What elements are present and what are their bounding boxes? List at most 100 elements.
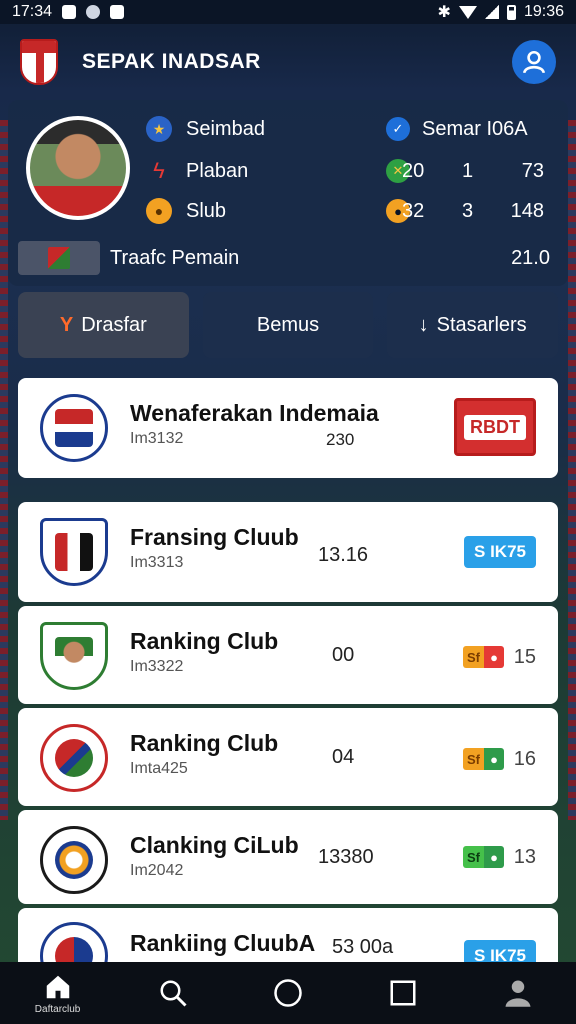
flag-icon <box>48 247 70 269</box>
app-logo <box>20 39 58 85</box>
stat-value: 73 <box>521 159 544 182</box>
badge-text: Sf <box>463 646 484 668</box>
club-name: Ranking Club <box>130 628 279 654</box>
club-name: Clanking CiLub <box>130 832 299 858</box>
tab-label: Stasarlers <box>436 313 527 336</box>
bottom-navigation: Daftarclub <box>0 962 576 1024</box>
app-title: SEPAK INADSAR <box>82 50 261 73</box>
transfer-value: 21.0 <box>511 246 550 269</box>
club-name: Rankiing CluubA <box>130 930 316 956</box>
crowd-left <box>0 120 8 820</box>
club-badge: Sf ● <box>463 846 504 868</box>
player-card[interactable]: ★ Seimbad ✓ Semar I06A ϟ Plaban ✕ 20 1 7… <box>8 100 568 286</box>
home-icon <box>46 975 69 998</box>
badge-dot-icon: ● <box>484 846 504 868</box>
club-code: Imta425 <box>130 760 188 777</box>
checkmark-icon: ✓ <box>386 117 410 141</box>
app-icon <box>110 5 125 19</box>
tab-label: Bemus <box>256 313 320 336</box>
badge-dot-icon: ● <box>484 646 504 668</box>
row-right-text: Semar I06A <box>422 117 528 140</box>
player-row-1: ★ Seimbad ✓ Semar I06A <box>146 114 554 144</box>
wifi-icon <box>458 5 477 19</box>
club-crest-icon <box>40 394 108 462</box>
club-card-5[interactable]: Clanking CiLub Im2042 13380 Sf ● 13 <box>18 810 558 904</box>
club-badge: RBDT <box>454 398 536 456</box>
club-card-3[interactable]: Ranking Club Im3322 00 Sf ● 15 <box>18 606 558 704</box>
player-avatar <box>26 116 130 220</box>
club-stat: 13.16 <box>318 544 369 566</box>
badge-text: Sf <box>463 748 484 770</box>
club-card-1[interactable]: Wenaferakan Indemaia Im3132 230 RBDT <box>18 378 558 478</box>
club-crest-icon <box>40 518 108 586</box>
tab-drasfar[interactable]: Y Drasfar <box>18 292 189 358</box>
row-label: Plaban <box>186 159 249 182</box>
circle-icon <box>274 979 302 1007</box>
club-stat: 13380 <box>318 846 374 868</box>
club-stat: 230 <box>326 430 355 449</box>
app-header: SEPAK INADSAR <box>0 24 576 100</box>
stat-value: 3 <box>462 199 474 222</box>
nav-label: Daftarclub <box>34 1003 81 1015</box>
nav-square[interactable] <box>373 963 433 1023</box>
nav-search[interactable] <box>143 963 203 1023</box>
player-row-2: ϟ Plaban ✕ 20 1 73 <box>146 156 554 186</box>
club-crest-icon <box>40 622 108 690</box>
club-stat: 53 00a <box>332 936 394 958</box>
club-crest-icon <box>40 922 108 962</box>
club-card-2[interactable]: Fransing Cluub Im3313 13.16 S IK75 <box>18 502 558 602</box>
square-icon <box>390 980 416 1006</box>
club-code: Im2042 <box>130 862 184 879</box>
badge-text: RBDT <box>464 414 526 440</box>
club-rank: 16 <box>513 748 536 770</box>
search-icon <box>160 980 187 1007</box>
badge-dot-icon: ● <box>484 748 504 770</box>
stat-value: 1 <box>462 159 474 182</box>
bluetooth-icon: ✱ <box>437 4 451 21</box>
tab-stasarlers[interactable]: ↓ Stasarlers <box>387 292 559 358</box>
club-name: Wenaferakan Indemaia <box>130 400 379 426</box>
profile-icon <box>505 980 531 1007</box>
stat-value: 148 <box>510 199 544 222</box>
row-label: Seimbad <box>186 117 265 140</box>
club-rank: 15 <box>513 646 536 668</box>
tab-bar: Y Drasfar Bemus ↓ Stasarlers <box>18 292 559 358</box>
status-bar: 17:34 ✱ 19:36 <box>0 0 576 24</box>
filter-icon: Y <box>59 313 74 336</box>
battery-icon <box>506 4 516 20</box>
club-card-4[interactable]: Ranking Club Imta425 04 Sf ● 16 <box>18 708 558 806</box>
player-row-3: ● Slub ● 32 3 148 <box>146 196 554 226</box>
download-icon: ↓ <box>418 313 429 336</box>
club-code: Im3132 <box>130 430 184 447</box>
club-name: Ranking Club <box>130 730 279 756</box>
club-stat: 00 <box>332 644 355 666</box>
club-badge: Sf ● <box>463 748 504 770</box>
row-label: Slub <box>186 199 227 222</box>
club-crest-icon <box>40 826 108 894</box>
club-card-6[interactable]: Rankiing CluubA 53 00a S IK75 <box>18 908 558 962</box>
profile-button[interactable] <box>512 40 556 84</box>
crowd-right <box>568 120 576 820</box>
status-time-right: 19:36 <box>523 3 564 20</box>
status-time: 17:34 <box>12 3 53 20</box>
stat-value: 32 <box>402 199 425 222</box>
tab-bemus[interactable]: Bemus <box>202 292 374 358</box>
trophy-icon: ★ <box>146 116 172 142</box>
club-badge: S IK75 <box>464 536 536 568</box>
club-crest-icon <box>40 724 108 792</box>
badge-text: Sf <box>463 846 484 868</box>
club-badge: Sf ● <box>463 646 504 668</box>
tab-label: Drasfar <box>81 313 147 336</box>
signal-icon <box>484 5 499 19</box>
club-name: Fransing Cluub <box>130 524 299 550</box>
nav-home[interactable]: Daftarclub <box>28 963 88 1023</box>
medal-icon: ● <box>146 198 172 224</box>
club-code: Im3313 <box>130 554 184 571</box>
stat-value: 20 <box>402 159 425 182</box>
country-flag <box>18 241 100 275</box>
club-rank: 13 <box>513 846 536 868</box>
notification-icon <box>62 5 77 19</box>
nav-circle[interactable] <box>258 963 318 1023</box>
club-badge: S IK75 <box>464 940 536 962</box>
nav-profile[interactable] <box>488 963 548 1023</box>
